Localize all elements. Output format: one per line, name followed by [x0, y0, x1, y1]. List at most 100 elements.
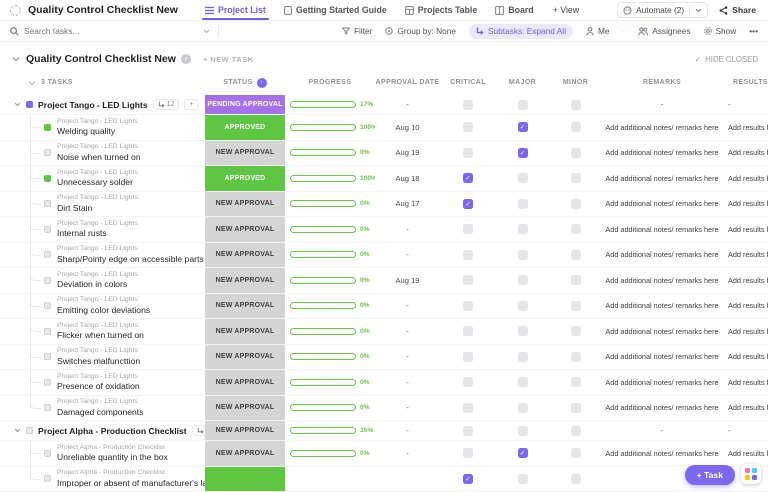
major-checkbox[interactable] [518, 326, 528, 336]
status-cell[interactable]: APPROVED [205, 166, 285, 191]
status-cell[interactable]: NEW APPROVAL [205, 319, 285, 344]
hide-closed-toggle[interactable]: ✓ HIDE CLOSED [695, 55, 758, 64]
column-approval-date[interactable]: APPROVAL DATE [375, 79, 440, 86]
critical-checkbox[interactable] [463, 377, 473, 387]
minor-checkbox[interactable] [571, 377, 581, 387]
approval-date-cell[interactable]: - [375, 95, 440, 114]
chevron-down-icon[interactable] [203, 29, 210, 34]
tab-getting-started-guide[interactable]: Getting Started Guide [275, 0, 396, 20]
status-cell[interactable]: NEW APPROVAL [205, 345, 285, 370]
task-row-subtask[interactable]: Project Alpha - Production Checklist Imp… [0, 467, 768, 492]
results-cell[interactable]: Add results here [722, 370, 768, 395]
results-cell[interactable]: Add results here [722, 319, 768, 344]
remarks-cell[interactable]: Add additional notes/ remarks here [602, 319, 722, 344]
critical-checkbox[interactable] [463, 148, 473, 158]
parent-breadcrumb[interactable]: Project Tango - LED Lights [57, 398, 143, 406]
results-cell[interactable]: Add results here [722, 243, 768, 268]
new-task-button[interactable]: + NEW TASK [203, 55, 253, 64]
column-remarks[interactable]: REMARKS [602, 79, 722, 86]
task-row-subtask[interactable]: Project Alpha - Production Checklist Unr… [0, 441, 768, 467]
results-cell[interactable]: Add results here [722, 396, 768, 421]
task-name[interactable]: Project Tango - LED Lights [38, 100, 148, 110]
app-grid-button[interactable] [741, 464, 761, 484]
status-cell[interactable]: NEW APPROVAL [205, 268, 285, 293]
results-cell[interactable]: Add results here [722, 294, 768, 319]
task-name[interactable]: Emitting color deviations [57, 305, 150, 316]
major-checkbox[interactable]: ✓ [518, 122, 528, 132]
task-name[interactable]: Unreliable quantity in the box [57, 452, 168, 463]
minor-checkbox[interactable] [571, 173, 581, 183]
critical-checkbox[interactable] [463, 426, 473, 436]
major-checkbox[interactable] [518, 100, 528, 110]
major-checkbox[interactable] [518, 377, 528, 387]
parent-breadcrumb[interactable]: Project Tango - LED Lights [57, 245, 204, 253]
task-row-subtask[interactable]: Project Tango - LED Lights Unnecessary s… [0, 166, 768, 192]
approval-date-cell[interactable]: Aug 18 [375, 166, 440, 191]
major-checkbox[interactable] [518, 301, 528, 311]
workspace-icon[interactable] [10, 5, 21, 16]
status-cell[interactable]: NEW APPROVAL [205, 217, 285, 242]
approval-date-cell[interactable]: - [375, 243, 440, 268]
minor-checkbox[interactable] [571, 224, 581, 234]
minor-checkbox[interactable] [571, 100, 581, 110]
minor-checkbox[interactable] [571, 122, 581, 132]
parent-breadcrumb[interactable]: Project Tango - LED Lights [57, 220, 138, 228]
results-cell[interactable]: Add results here [722, 268, 768, 293]
minor-checkbox[interactable] [571, 352, 581, 362]
collapse-chevron-icon[interactable] [10, 53, 22, 65]
task-name[interactable]: Dirt Stain [57, 203, 138, 214]
results-cell[interactable]: Add results here [722, 192, 768, 217]
task-row-subtask[interactable]: Project Tango - LED Lights Internal rust… [0, 217, 768, 243]
subtasks-toggle[interactable]: Subtasks: Expand All [469, 24, 573, 39]
expand-chevron-icon[interactable] [14, 428, 21, 433]
column-status[interactable]: STATUS ↑ [205, 78, 285, 88]
approval-date-cell[interactable]: - [375, 441, 440, 466]
task-name[interactable]: Presence of oxidation [57, 381, 140, 392]
parent-breadcrumb[interactable]: Project Tango - LED Lights [57, 271, 138, 279]
minor-checkbox[interactable] [571, 474, 581, 484]
status-cell[interactable]: NEW APPROVAL [205, 192, 285, 217]
task-name[interactable]: Sharp/Pointy edge on accessible parts [57, 254, 204, 265]
minor-checkbox[interactable] [571, 403, 581, 413]
search-box[interactable] [10, 26, 210, 36]
add-task-fab[interactable]: + Task [685, 465, 735, 485]
task-row-parent[interactable]: Project Tango - LED Lights 12 + PENDING … [0, 95, 768, 115]
tab-board[interactable]: Board [486, 0, 542, 20]
parent-breadcrumb[interactable]: Project Tango - LED Lights [57, 143, 141, 151]
column-progress[interactable]: PROGRESS [285, 79, 375, 86]
results-cell[interactable]: Add results here [722, 441, 768, 466]
filter-button[interactable]: Filter [342, 26, 372, 36]
assignees-button[interactable]: Assignees [638, 26, 690, 36]
sort-ascending-icon[interactable]: ↑ [257, 78, 267, 88]
automate-button[interactable]: Automate (2) [617, 2, 708, 18]
approval-date-cell[interactable] [375, 467, 440, 492]
subtask-count-pill[interactable]: 12 [153, 99, 180, 110]
minor-checkbox[interactable] [571, 250, 581, 260]
critical-checkbox[interactable] [463, 352, 473, 362]
status-cell[interactable]: NEW APPROVAL [205, 370, 285, 395]
approval-date-cell[interactable]: Aug 19 [375, 268, 440, 293]
add-view-button[interactable]: + View [553, 5, 580, 15]
major-checkbox[interactable]: ✓ [518, 448, 528, 458]
task-row-subtask[interactable]: Project Tango - LED Lights Switches malf… [0, 345, 768, 371]
critical-checkbox[interactable] [463, 100, 473, 110]
remarks-cell[interactable]: - [602, 95, 722, 114]
expand-chevron-icon[interactable] [14, 102, 21, 107]
major-checkbox[interactable] [518, 173, 528, 183]
remarks-cell[interactable]: Add additional notes/ remarks here [602, 268, 722, 293]
critical-checkbox[interactable] [463, 275, 473, 285]
task-name[interactable]: Improper or absent of manufacturer's lab… [57, 478, 205, 489]
major-checkbox[interactable] [518, 275, 528, 285]
task-row-parent[interactable]: Project Alpha - Production Checklist 17 … [0, 421, 768, 441]
show-button[interactable]: Show [704, 26, 737, 36]
minor-checkbox[interactable] [571, 275, 581, 285]
me-filter-button[interactable]: Me [586, 26, 610, 36]
task-row-subtask[interactable]: Project Tango - LED Lights Emitting colo… [0, 294, 768, 320]
minor-checkbox[interactable] [571, 148, 581, 158]
parent-breadcrumb[interactable]: Project Tango - LED Lights [57, 169, 138, 177]
parent-breadcrumb[interactable]: Project Tango - LED Lights [57, 194, 138, 202]
major-checkbox[interactable] [518, 426, 528, 436]
approval-date-cell[interactable]: - [375, 294, 440, 319]
remarks-cell[interactable]: Add additional notes/ remarks here [602, 141, 722, 166]
remarks-cell[interactable]: Add additional notes/ remarks here [602, 370, 722, 395]
